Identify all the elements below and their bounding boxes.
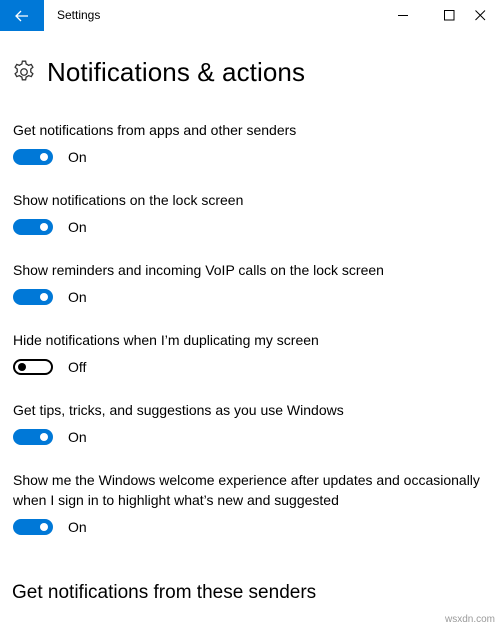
gear-icon xyxy=(14,60,34,81)
section-heading-senders: Get notifications from these senders xyxy=(12,582,317,603)
setting-label: Get tips, tricks, and suggestions as you… xyxy=(13,402,344,418)
toggle-row[interactable]: Off xyxy=(13,359,483,375)
watermark: wsxdn.com xyxy=(444,614,495,625)
setting-label: Show me the Windows welcome experience a… xyxy=(13,472,480,508)
toggle-state: On xyxy=(68,429,87,445)
toggle-row[interactable]: On xyxy=(13,149,483,165)
back-arrow-icon xyxy=(15,10,28,21)
title-bar: Settings xyxy=(0,0,503,31)
setting-label: Show notifications on the lock screen xyxy=(13,192,244,208)
window-title: Settings xyxy=(57,8,101,22)
page-header: Notifications & actions xyxy=(11,54,305,90)
toggle-state: On xyxy=(68,149,87,165)
toggle-knob xyxy=(40,223,48,231)
toggle-switch[interactable] xyxy=(13,519,53,535)
setting-app-notifications: Get notifications from apps and other se… xyxy=(13,120,483,165)
setting-lock-screen-notifications: Show notifications on the lock screen On xyxy=(13,190,483,235)
toggle-knob xyxy=(40,153,48,161)
minimize-icon xyxy=(397,15,408,16)
toggle-knob xyxy=(40,433,48,441)
toggle-knob xyxy=(18,363,26,371)
toggle-row[interactable]: On xyxy=(13,289,483,305)
toggle-state: On xyxy=(68,219,87,235)
close-button[interactable] xyxy=(457,0,503,31)
back-button[interactable] xyxy=(0,0,44,31)
setting-welcome-experience: Show me the Windows welcome experience a… xyxy=(13,470,483,535)
page-title: Notifications & actions xyxy=(47,56,306,87)
toggle-switch[interactable] xyxy=(13,149,53,165)
toggle-knob xyxy=(40,523,48,531)
toggle-state: On xyxy=(68,289,87,305)
toggle-row[interactable]: On xyxy=(13,519,483,535)
toggle-switch[interactable] xyxy=(13,219,53,235)
toggle-knob xyxy=(40,293,48,301)
setting-label: Get notifications from apps and other se… xyxy=(13,122,297,138)
toggle-switch[interactable] xyxy=(13,359,53,375)
minimize-button[interactable] xyxy=(380,0,426,31)
close-icon xyxy=(474,10,485,21)
toggle-row[interactable]: On xyxy=(13,219,483,235)
toggle-row[interactable]: On xyxy=(13,429,483,445)
setting-label: Show reminders and incoming VoIP calls o… xyxy=(13,262,384,278)
toggle-switch[interactable] xyxy=(13,429,53,445)
toggle-state: Off xyxy=(68,359,87,375)
toggle-switch[interactable] xyxy=(13,289,53,305)
maximize-icon xyxy=(443,10,454,21)
setting-tips-tricks: Get tips, tricks, and suggestions as you… xyxy=(13,400,483,445)
setting-hide-when-duplicating: Hide notifications when I’m duplicating … xyxy=(13,330,483,375)
toggle-state: On xyxy=(68,519,87,535)
setting-label: Hide notifications when I’m duplicating … xyxy=(13,332,319,348)
setting-reminders-voip: Show reminders and incoming VoIP calls o… xyxy=(13,260,483,305)
